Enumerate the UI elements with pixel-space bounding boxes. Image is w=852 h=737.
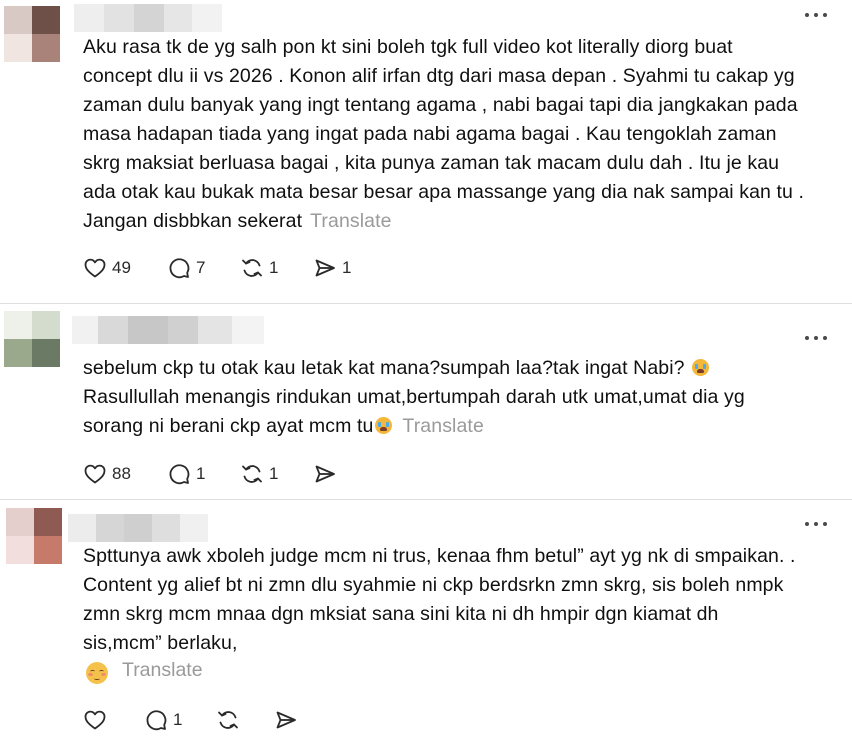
share-count: 1 (342, 258, 352, 277)
repost-icon (218, 711, 238, 729)
repost-icon (242, 465, 262, 483)
reply-count: 1 (196, 464, 206, 483)
comment-text: sebelum ckp tu otak kau letak kat mana?s… (83, 354, 833, 441)
loudly-crying-face-emoji (375, 417, 393, 434)
comment-1: Aku rasa tk de yg salh pon kt sini boleh… (0, 0, 852, 300)
reply-button[interactable]: 1 (144, 706, 182, 734)
more-dots-icon[interactable] (805, 519, 831, 529)
comment-icon (169, 464, 190, 485)
heart-icon (84, 464, 106, 484)
heart-icon (84, 710, 106, 730)
like-count: 88 (112, 464, 131, 483)
comment-icon (146, 710, 167, 731)
repost-count: 1 (269, 464, 279, 483)
share-button[interactable]: 1 (313, 254, 351, 282)
repost-button[interactable]: 1 (240, 254, 278, 282)
username-blurred[interactable] (74, 4, 222, 32)
share-icon (276, 711, 296, 729)
reply-count: 7 (196, 258, 206, 277)
share-button[interactable] (313, 460, 337, 488)
reply-button[interactable]: 1 (167, 460, 205, 488)
comment-line-3: sorang ni berani ckp ayat mcm tu (83, 415, 374, 437)
comment-line-2: Rasullullah menangis rindukan umat,bertu… (83, 386, 745, 408)
repost-button[interactable] (216, 706, 240, 734)
repost-icon (242, 259, 262, 277)
action-bar: 1 (83, 706, 383, 734)
translate-link[interactable]: Translate (122, 659, 203, 682)
avatar[interactable] (6, 508, 62, 564)
like-button[interactable]: 88 (83, 460, 131, 488)
relieved-face-emoji (86, 662, 108, 684)
share-button[interactable] (274, 706, 298, 734)
comment-2: sebelum ckp tu otak kau letak kat mana?s… (0, 304, 852, 504)
username-blurred[interactable] (72, 316, 264, 344)
more-dots-icon[interactable] (805, 333, 831, 343)
translate-link[interactable]: Translate (310, 210, 391, 232)
action-bar: 88 1 1 (83, 460, 383, 488)
like-button[interactable]: 49 (83, 254, 131, 282)
reply-count: 1 (173, 710, 183, 729)
heart-icon (84, 258, 106, 278)
comment-text: Aku rasa tk de yg salh pon kt sini boleh… (83, 33, 833, 236)
comment-body: Aku rasa tk de yg salh pon kt sini boleh… (83, 36, 804, 232)
translate-link[interactable]: Translate (402, 415, 483, 437)
avatar[interactable] (4, 6, 60, 62)
comment-3: Spttunya awk xboleh judge mcm ni trus, k… (0, 500, 852, 737)
action-bar: 49 7 1 1 (83, 254, 383, 282)
like-count: 49 (112, 258, 131, 277)
comment-text: Spttunya awk xboleh judge mcm ni trus, k… (83, 545, 796, 654)
more-dots-icon[interactable] (805, 10, 831, 20)
comment-icon (169, 258, 190, 279)
like-button[interactable] (83, 706, 107, 734)
loudly-crying-face-emoji (692, 359, 710, 376)
repost-button[interactable]: 1 (240, 460, 278, 488)
repost-count: 1 (269, 258, 279, 277)
share-icon (315, 465, 335, 483)
share-icon (315, 259, 335, 277)
username-blurred[interactable] (68, 514, 208, 542)
comment-line-1: sebelum ckp tu otak kau letak kat mana?s… (83, 357, 685, 379)
avatar[interactable] (4, 311, 60, 367)
reply-button[interactable]: 7 (167, 254, 205, 282)
